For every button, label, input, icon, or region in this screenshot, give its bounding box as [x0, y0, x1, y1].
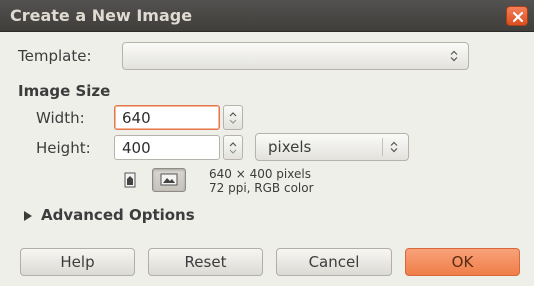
combo-arrows-icon	[450, 50, 458, 62]
width-input[interactable]	[122, 108, 214, 127]
landscape-button[interactable]	[152, 168, 186, 192]
height-label: Height:	[36, 139, 91, 157]
height-input[interactable]	[122, 138, 214, 157]
reset-button[interactable]: Reset	[148, 248, 263, 276]
landscape-orientation-icon	[160, 173, 178, 186]
window-title: Create a New Image	[10, 6, 193, 25]
expander-arrow-icon[interactable]	[22, 210, 34, 222]
width-spinner[interactable]	[223, 105, 243, 130]
ok-button[interactable]: OK	[405, 248, 520, 276]
spin-arrows-icon	[229, 142, 237, 154]
unit-combo[interactable]: pixels	[255, 133, 409, 161]
portrait-orientation-icon	[124, 172, 136, 188]
height-spinner[interactable]	[223, 135, 243, 160]
close-button[interactable]	[506, 6, 528, 26]
image-size-info-line1: 640 × 400 pixels	[209, 167, 311, 181]
unit-value: pixels	[268, 138, 312, 156]
width-label: Width:	[36, 109, 85, 127]
advanced-options-expander[interactable]: Advanced Options	[41, 206, 195, 224]
title-bar[interactable]: Create a New Image	[0, 0, 534, 32]
combo-arrows-icon	[390, 141, 398, 153]
help-button[interactable]: Help	[20, 248, 135, 276]
width-field[interactable]	[114, 105, 220, 130]
height-field[interactable]	[114, 135, 220, 160]
image-size-heading: Image Size	[18, 82, 111, 100]
image-size-info-line2: 72 ppi, RGB color	[209, 181, 314, 195]
template-label: Template:	[18, 47, 92, 65]
combo-separator	[382, 138, 383, 156]
create-new-image-dialog: Create a New Image Template: Image Size …	[0, 0, 534, 286]
template-combo[interactable]	[122, 42, 469, 70]
cancel-button[interactable]: Cancel	[276, 248, 392, 276]
portrait-button[interactable]	[121, 170, 139, 190]
spin-arrows-icon	[229, 112, 237, 124]
close-icon	[512, 11, 524, 23]
